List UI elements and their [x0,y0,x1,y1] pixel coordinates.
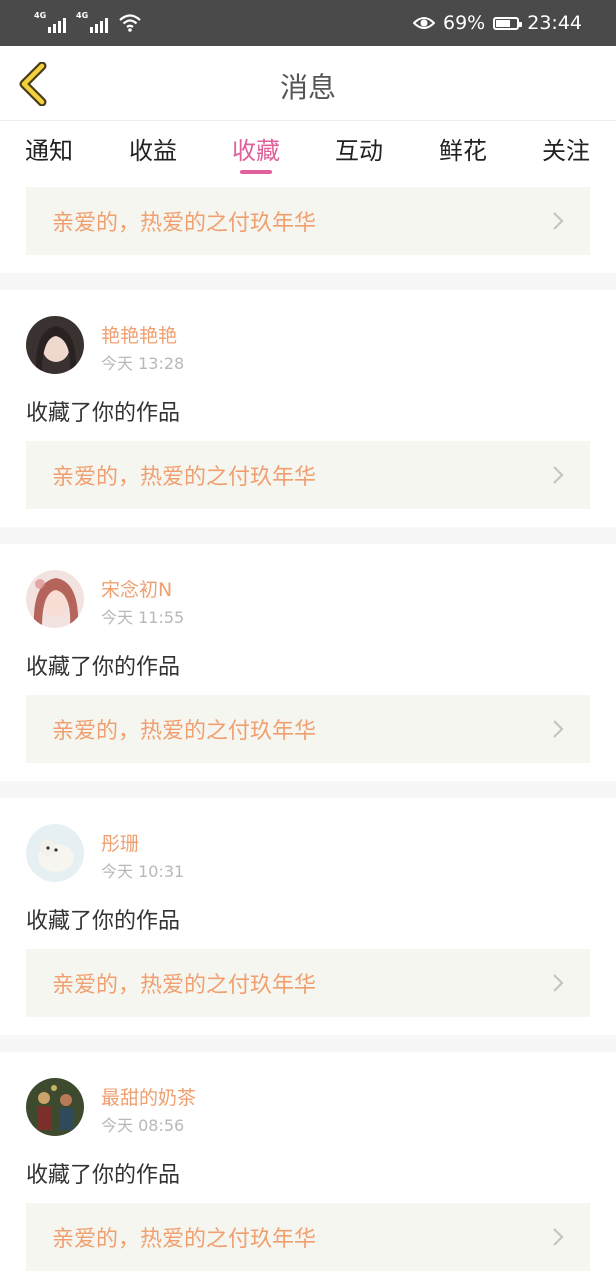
message-text: 收藏了你的作品 [26,655,181,680]
eye-comfort-icon [413,17,435,29]
tab-bar: 通知 收益 收藏 互动 鲜花 关注 [0,121,616,177]
tab-favorites[interactable]: 收藏 [232,131,280,166]
network-type-label: 4G [34,11,47,20]
work-link[interactable]: 亲爱的，热爱的之付玖年华 [26,441,590,509]
work-link[interactable]: 亲爱的，热爱的之付玖年华 [26,695,590,763]
separator [0,781,616,798]
work-title: 亲爱的，热爱的之付玖年华 [52,211,317,236]
message-text: 收藏了你的作品 [26,401,181,426]
chevron-right-icon [553,720,564,738]
username[interactable]: 艳艳艳艳 [101,321,177,348]
tab-interactions[interactable]: 互动 [335,131,383,166]
chevron-right-icon [553,1228,564,1246]
work-title: 亲爱的，热爱的之付玖年华 [52,465,317,490]
chevron-right-icon [553,212,564,230]
work-link[interactable]: 亲爱的，热爱的之付玖年华 [26,1203,590,1271]
active-tab-indicator [240,170,272,174]
timestamp: 今天 11:55 [101,608,185,627]
username[interactable]: 彤珊 [101,829,139,856]
tab-flowers[interactable]: 鲜花 [439,131,487,166]
username[interactable]: 宋念初N [101,575,172,602]
clock: 23:44 [527,12,582,34]
work-link[interactable]: 亲爱的，热爱的之付玖年华 [26,949,590,1017]
page-title: 消息 [279,71,336,104]
separator [0,527,616,544]
chevron-right-icon [553,466,564,484]
battery-icon [493,16,523,30]
separator [0,1035,616,1052]
signal-icon: 4G [76,11,108,33]
status-bar-left: 4G 4G [34,11,142,33]
signal-icon: 4G [34,11,66,33]
avatar[interactable] [26,316,84,374]
message-text: 收藏了你的作品 [26,909,181,934]
app-header: 消息 [0,46,616,121]
timestamp: 今天 10:31 [101,862,185,881]
tab-earnings[interactable]: 收益 [129,131,177,166]
work-title: 亲爱的，热爱的之付玖年华 [52,1227,317,1252]
work-title: 亲爱的，热爱的之付玖年华 [52,719,317,744]
timestamp: 今天 08:56 [101,1116,185,1135]
timestamp: 今天 13:28 [101,354,185,373]
status-bar-right: 69% 23:44 [413,12,582,34]
tab-notifications[interactable]: 通知 [25,131,73,166]
network-type-label: 4G [76,11,89,20]
avatar[interactable] [26,1078,84,1136]
tab-following[interactable]: 关注 [542,131,590,166]
avatar[interactable] [26,824,84,882]
status-bar: 4G 4G 69% 23:44 [0,0,616,46]
wifi-icon [119,14,141,32]
battery-percent: 69% [443,12,486,34]
chevron-right-icon [553,974,564,992]
message-text: 收藏了你的作品 [26,1163,181,1188]
work-title: 亲爱的，热爱的之付玖年华 [52,973,317,998]
separator [0,273,616,290]
username[interactable]: 最甜的奶茶 [101,1083,196,1110]
work-link[interactable]: 亲爱的，热爱的之付玖年华 [26,187,590,255]
avatar[interactable] [26,570,84,628]
